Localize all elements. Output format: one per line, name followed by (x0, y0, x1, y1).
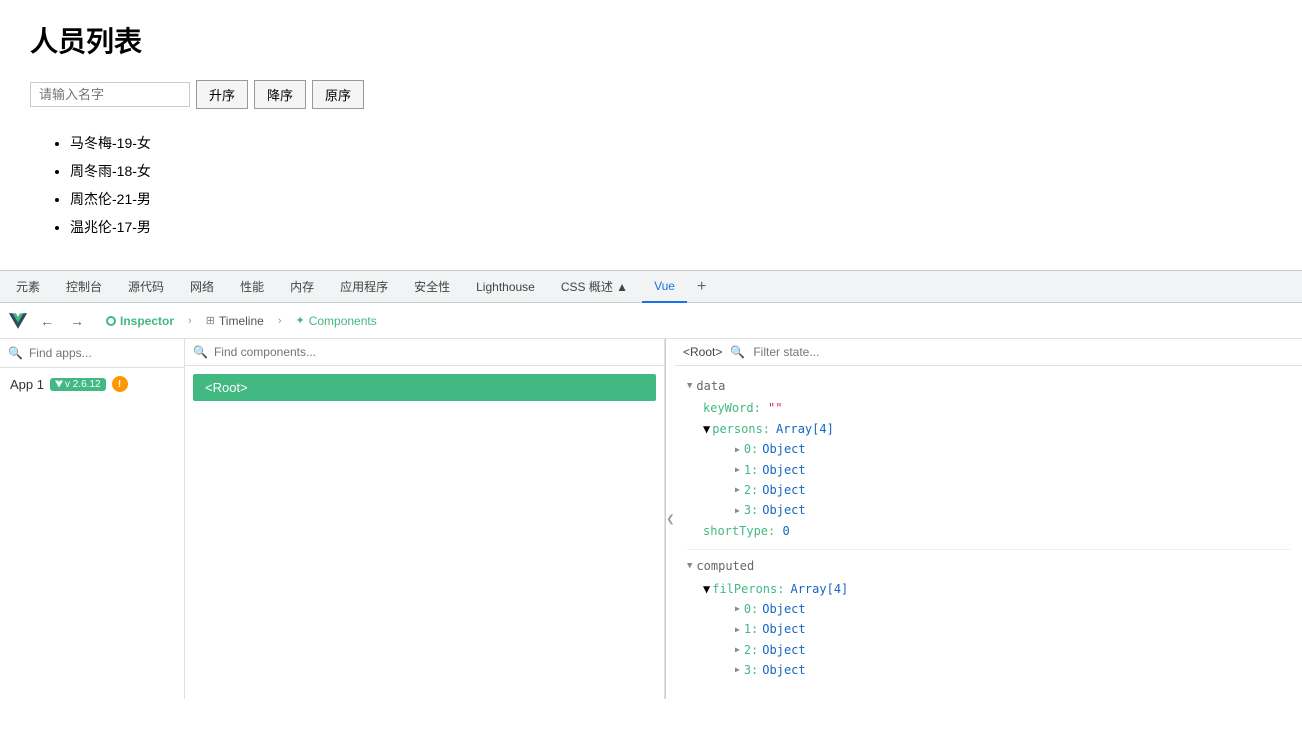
list-item: 周冬雨-18-女 (70, 157, 1272, 185)
right-panel-header: <Root> 🔍 (675, 339, 1302, 366)
list-item: 温兆伦-17-男 (70, 213, 1272, 241)
filperons-item-2[interactable]: ▶ 2: Object (703, 640, 1290, 660)
right-panel: <Root> 🔍 ▼ data keyWord: "" (675, 339, 1302, 699)
timeline-icon: ⊞ (206, 314, 215, 327)
find-components-input[interactable] (214, 345, 656, 359)
list-item: 周杰伦-21-男 (70, 185, 1272, 213)
subtab-inspector[interactable]: Inspector (96, 310, 184, 332)
data-section: ▼ data keyWord: "" ▼ persons: (687, 374, 1290, 541)
filter-state-input[interactable] (753, 345, 908, 359)
app-area: 人员列表 升序 降序 原序 马冬梅-19-女周冬雨-18-女周杰伦-21-男温兆… (0, 0, 1302, 270)
persons-item-1[interactable]: ▶ 1: Object (703, 460, 1290, 480)
inspector-icon (106, 316, 116, 326)
list-item: 马冬梅-19-女 (70, 129, 1272, 157)
tab-security[interactable]: 安全性 (402, 271, 462, 303)
vue-version-badge: v 2.6.12 (50, 378, 106, 391)
find-apps-input[interactable] (29, 346, 184, 360)
vue-panel: ← → Inspector › ⊞ Timeline › ✦ Component… (0, 303, 1302, 699)
vue-logo (8, 311, 28, 331)
persons-header[interactable]: ▼ persons: Array[4] (703, 419, 1290, 439)
root-component-item[interactable]: <Root> (193, 374, 656, 401)
components-icon: ✦ (295, 314, 304, 327)
tab-performance[interactable]: 性能 (228, 271, 276, 303)
search-apps-icon: 🔍 (8, 346, 23, 360)
app-name-label: App 1 (10, 377, 44, 392)
root-tag-label: <Root> (683, 345, 722, 359)
tab-elements[interactable]: 元素 (4, 271, 52, 303)
original-button[interactable]: 原序 (312, 80, 364, 109)
back-button[interactable]: ← (36, 311, 58, 331)
page-title: 人员列表 (30, 20, 1272, 60)
persons-item-0[interactable]: ▶ 0: Object (703, 439, 1290, 459)
tab-application[interactable]: 应用程序 (328, 271, 400, 303)
data-triangle: ▼ (687, 379, 692, 394)
name-input[interactable] (30, 82, 190, 107)
vue-content: 🔍 ↻ App 1 v 2.6.12 ! 🔍 (0, 339, 1302, 699)
subtab-components[interactable]: ✦ Components (285, 310, 386, 332)
computed-section-header[interactable]: ▼ computed (687, 554, 1290, 578)
left-panel-header: 🔍 ↻ (0, 339, 184, 368)
state-tree: ▼ data keyWord: "" ▼ persons: (675, 366, 1302, 696)
computed-section: ▼ computed ▼ filPerons: Array[4] ▶ (687, 554, 1290, 680)
tab-css-overview[interactable]: CSS 概述 ▲ (549, 271, 640, 303)
computed-triangle: ▼ (687, 559, 692, 574)
controls: 升序 降序 原序 (30, 80, 1272, 109)
shorttype-prop: shortType: 0 (687, 521, 1290, 541)
keyword-prop: keyWord: "" (687, 398, 1290, 418)
app-item[interactable]: App 1 v 2.6.12 ! (0, 368, 184, 400)
devtools-panel: 元素 控制台 源代码 网络 性能 内存 应用程序 安全性 Lighthouse … (0, 270, 1302, 699)
data-section-header[interactable]: ▼ data (687, 374, 1290, 398)
tab-vue[interactable]: Vue (642, 271, 687, 303)
warning-badge: ! (112, 376, 128, 392)
filperons-item-0[interactable]: ▶ 0: Object (703, 599, 1290, 619)
tab-network[interactable]: 网络 (178, 271, 226, 303)
forward-button[interactable]: → (66, 311, 88, 331)
tab-console[interactable]: 控制台 (54, 271, 114, 303)
section-divider (687, 549, 1290, 550)
left-panel: 🔍 ↻ App 1 v 2.6.12 ! (0, 339, 185, 699)
persons-item-3[interactable]: ▶ 3: Object (703, 500, 1290, 520)
mid-panel: 🔍 <Root> (185, 339, 665, 699)
search-comp-icon: 🔍 (193, 345, 208, 359)
persons-node: ▼ persons: Array[4] ▶ 0: Object ▶ (687, 419, 1290, 521)
collapse-handle[interactable]: ❮ (665, 339, 675, 699)
persons-item-2[interactable]: ▶ 2: Object (703, 480, 1290, 500)
vue-subtabs: Inspector › ⊞ Timeline › ✦ Components (96, 310, 387, 332)
tab-memory[interactable]: 内存 (278, 271, 326, 303)
desc-button[interactable]: 降序 (254, 80, 306, 109)
vue-toolbar: ← → Inspector › ⊞ Timeline › ✦ Component… (0, 303, 1302, 339)
filter-icon: 🔍 (730, 345, 745, 359)
filperons-item-3[interactable]: ▶ 3: Object (703, 660, 1290, 680)
subtab-timeline[interactable]: ⊞ Timeline (196, 310, 274, 332)
asc-button[interactable]: 升序 (196, 80, 248, 109)
filperons-header[interactable]: ▼ filPerons: Array[4] (703, 579, 1290, 599)
mid-panel-header: 🔍 (185, 339, 664, 366)
add-tab-button[interactable]: + (689, 274, 714, 300)
tab-sources[interactable]: 源代码 (116, 271, 176, 303)
filperons-node: ▼ filPerons: Array[4] ▶ 0: Object ▶ (687, 579, 1290, 681)
tab-lighthouse[interactable]: Lighthouse (464, 271, 547, 303)
filperons-item-1[interactable]: ▶ 1: Object (703, 619, 1290, 639)
person-list: 马冬梅-19-女周冬雨-18-女周杰伦-21-男温兆伦-17-男 (30, 129, 1272, 241)
devtools-tabbar: 元素 控制台 源代码 网络 性能 内存 应用程序 安全性 Lighthouse … (0, 271, 1302, 303)
